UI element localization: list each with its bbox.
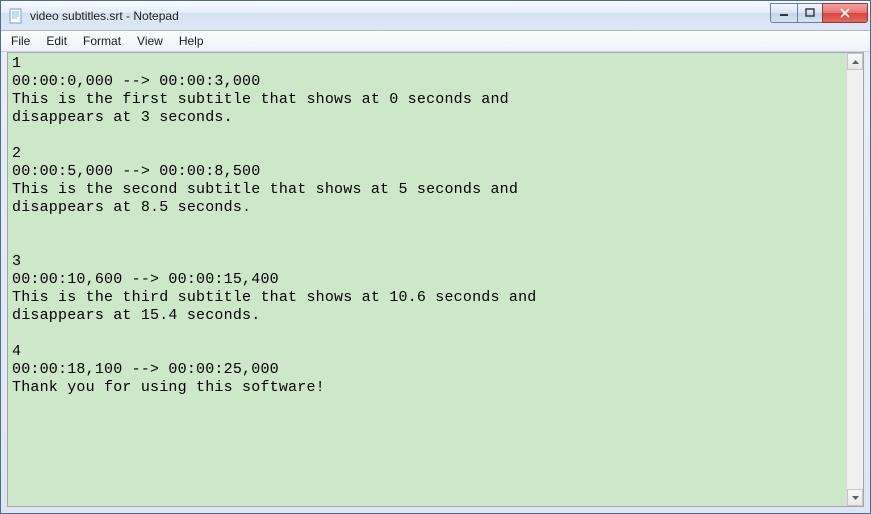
scroll-track[interactable] (847, 70, 863, 489)
notepad-window: video subtitles.srt - Notepad File Edit … (0, 0, 871, 514)
maximize-button[interactable] (797, 3, 823, 23)
titlebar[interactable]: video subtitles.srt - Notepad (1, 1, 870, 31)
menu-help[interactable]: Help (171, 31, 212, 51)
scroll-down-button[interactable] (847, 489, 863, 506)
vertical-scrollbar[interactable] (846, 53, 863, 506)
text-editor[interactable]: 1 00:00:0,000 --> 00:00:3,000 This is th… (8, 53, 846, 506)
menu-edit[interactable]: Edit (38, 31, 75, 51)
close-button[interactable] (822, 3, 868, 23)
client-area: 1 00:00:0,000 --> 00:00:3,000 This is th… (7, 52, 864, 507)
scroll-up-button[interactable] (847, 53, 863, 70)
window-controls (771, 3, 868, 23)
minimize-button[interactable] (770, 3, 798, 23)
menu-view[interactable]: View (129, 31, 171, 51)
menu-format[interactable]: Format (75, 31, 129, 51)
menu-file[interactable]: File (3, 31, 38, 51)
window-title: video subtitles.srt - Notepad (30, 9, 771, 23)
notepad-icon (8, 8, 24, 24)
menubar: File Edit Format View Help (1, 31, 870, 52)
